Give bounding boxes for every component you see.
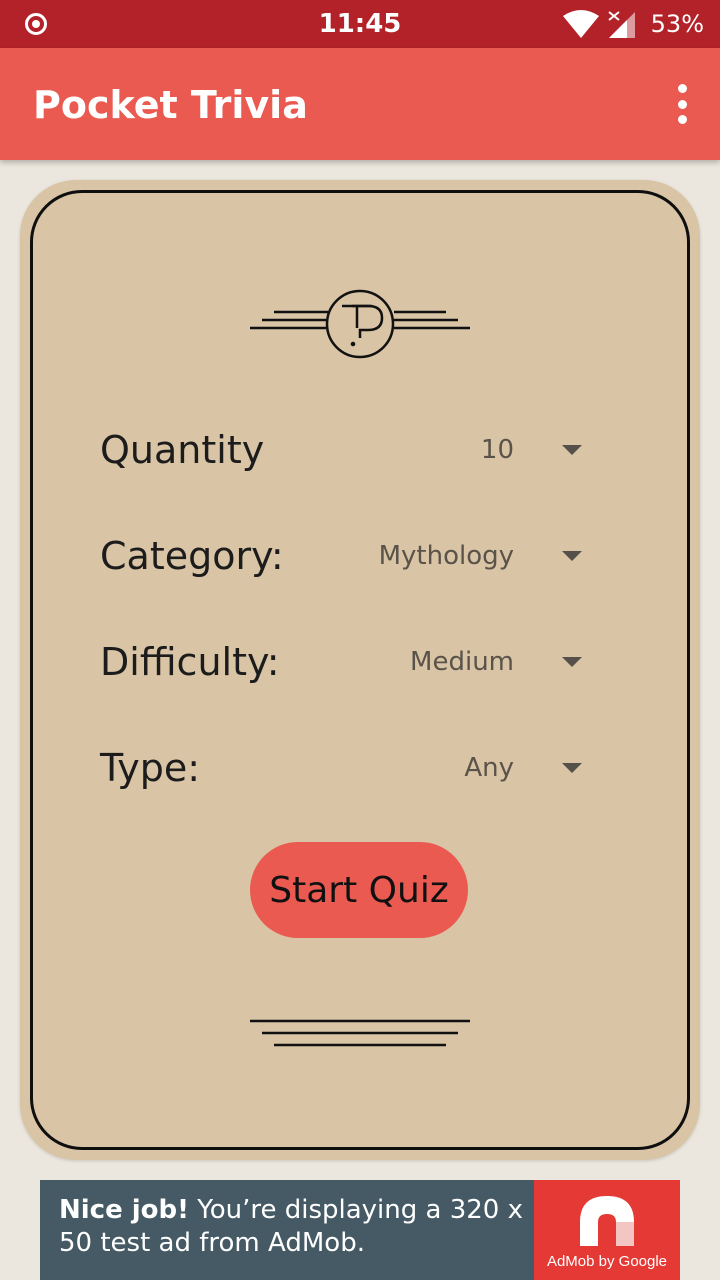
wifi-icon [562, 10, 599, 38]
type-dropdown[interactable]: Any [300, 738, 600, 798]
ad-banner[interactable]: Nice job! You’re displaying a 320 x 50 t… [40, 1180, 680, 1280]
admob-logo-box: AdMob by Google [534, 1180, 680, 1280]
app-title: Pocket Trivia [33, 83, 308, 127]
pocket-trivia-logo-icon [250, 289, 470, 359]
battery-level: 53% [650, 10, 704, 38]
difficulty-row: Difficulty: Medium [100, 632, 600, 692]
category-row: Category: Mythology [100, 526, 600, 586]
app-bar: Pocket Trivia [0, 48, 720, 160]
admob-logo-icon [580, 1196, 634, 1246]
dropdown-arrow-icon [562, 445, 582, 455]
difficulty-value: Medium [410, 647, 514, 677]
category-label: Category: [100, 534, 284, 578]
type-label: Type: [100, 746, 201, 790]
status-icons: 53% [562, 9, 704, 39]
quantity-value: 10 [480, 435, 514, 465]
decorative-lines-divider [250, 1019, 470, 1047]
status-bar: 11:45 53% [0, 0, 720, 48]
start-quiz-button[interactable]: Start Quiz [250, 842, 468, 938]
dropdown-arrow-icon [562, 657, 582, 667]
quantity-label: Quantity [100, 428, 265, 472]
category-value: Mythology [378, 541, 514, 571]
overflow-menu-button[interactable] [670, 84, 694, 124]
type-row: Type: Any [100, 738, 600, 798]
ad-headline: Nice job! [59, 1195, 190, 1225]
admob-caption: AdMob by Google [546, 1253, 668, 1270]
type-value: Any [464, 753, 514, 783]
ad-text: Nice job! You’re displaying a 320 x 50 t… [59, 1194, 529, 1260]
quantity-dropdown[interactable]: 10 [300, 420, 600, 480]
category-dropdown[interactable]: Mythology [300, 526, 600, 586]
cell-signal-icon [608, 11, 635, 38]
difficulty-dropdown[interactable]: Medium [300, 632, 600, 692]
dropdown-arrow-icon [562, 551, 582, 561]
difficulty-label: Difficulty: [100, 640, 280, 684]
quantity-row: Quantity 10 [100, 420, 600, 480]
dropdown-arrow-icon [562, 763, 582, 773]
overflow-menu-icon [677, 84, 687, 93]
